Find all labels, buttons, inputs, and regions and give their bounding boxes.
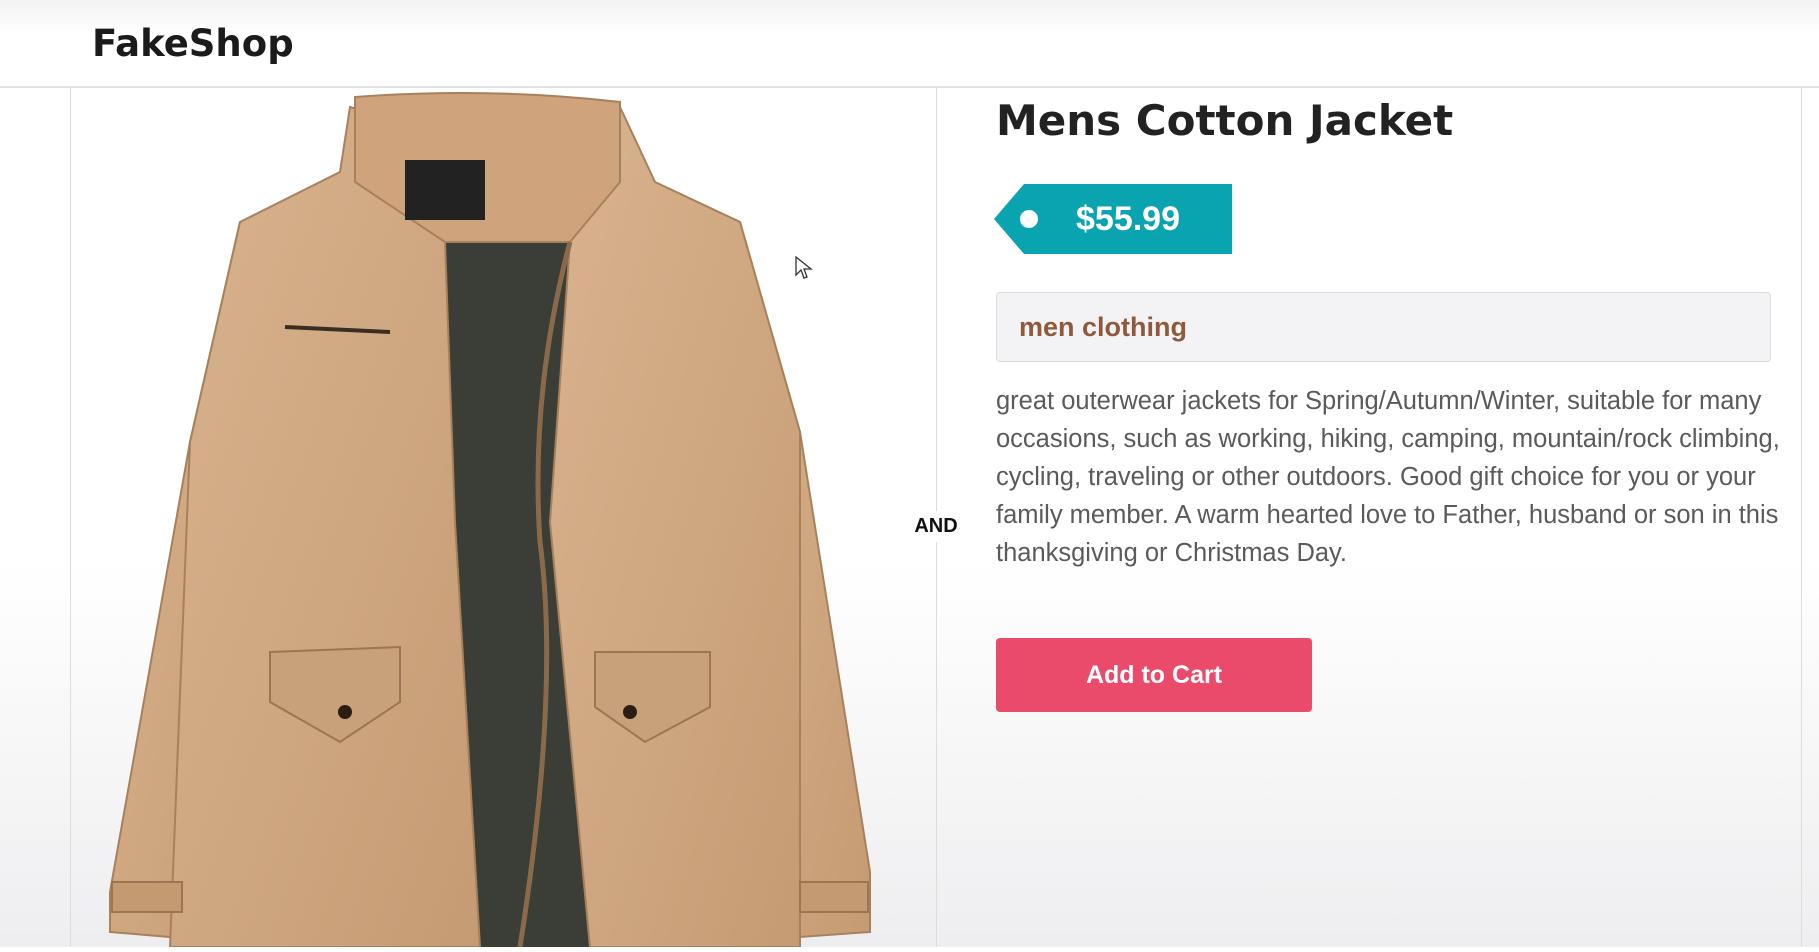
mouse-cursor-icon bbox=[795, 256, 813, 279]
category-badge: men clothing bbox=[996, 292, 1771, 362]
product-title: Mens Cotton Jacket bbox=[996, 96, 1454, 145]
divider-label: AND bbox=[905, 511, 967, 542]
tag-hole-icon bbox=[1020, 210, 1038, 228]
add-to-cart-button[interactable]: Add to Cart bbox=[996, 638, 1312, 712]
product-price: $55.99 bbox=[1076, 200, 1180, 238]
top-navbar: FakeShop bbox=[0, 0, 1819, 88]
jacket-image bbox=[109, 92, 871, 948]
product-image bbox=[100, 92, 900, 948]
brand-logo[interactable]: FakeShop bbox=[92, 22, 294, 65]
product-description: great outerwear jackets for Spring/Autum… bbox=[996, 387, 1780, 567]
category-label: men clothing bbox=[1019, 312, 1187, 342]
